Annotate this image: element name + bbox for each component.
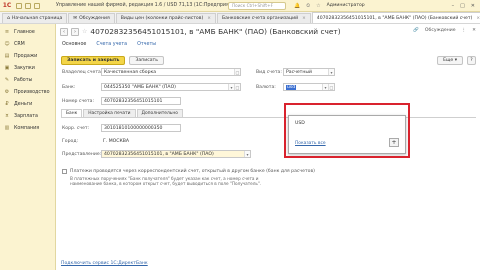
title-bar-icons (14, 2, 54, 9)
sidebar-item-purchases[interactable]: ▣ Закупки (0, 62, 55, 74)
form-subnav: Основное Счета учета Отчеты (62, 42, 156, 47)
save-and-close-button[interactable]: Записать и закрыть (61, 55, 126, 65)
corr-bank-checkbox[interactable] (62, 169, 67, 174)
account-number-field[interactable]: 40702832356451015101 (101, 97, 181, 105)
open-icon[interactable]: □ (328, 84, 334, 90)
help-button[interactable]: ? (467, 55, 476, 65)
currency-field[interactable]: usd ▾ □ (283, 83, 335, 91)
window-controls: – □ ✕ (452, 3, 480, 9)
bank-tab-panel: Корр. счет: 30101810100000000350 Город: … (61, 117, 476, 267)
sidebar-item-company[interactable]: ▥ Компания (0, 122, 55, 134)
company-icon: ▥ (4, 125, 10, 131)
back-icon[interactable] (25, 2, 31, 9)
open-icon[interactable]: □ (234, 84, 240, 90)
owner-field[interactable]: Качественная сборка □ (101, 68, 241, 76)
close-tab-icon[interactable]: × (302, 16, 306, 21)
money-icon: ₽ (5, 101, 9, 107)
form-header: ‹ › ☆ 40702832356451015101, в "АМБ БАНК"… (60, 27, 341, 36)
corr-bank-hint: В платежных поручениях "Банк получателя"… (70, 176, 262, 187)
link-icon[interactable]: 🔗 (413, 28, 419, 33)
window-tabs: ⌂ Начальная страница ✉ Обсуждения Виды ц… (0, 12, 480, 24)
salary-icon: ¤ (5, 113, 9, 119)
currency-label: Валюта: (256, 85, 276, 90)
representation-field[interactable]: 40702832356451015101, в "АМБ БАНК" (ПАО)… (101, 150, 251, 158)
menu-icon[interactable] (16, 2, 22, 9)
corr-account-label: Корр. счет: (62, 126, 90, 131)
favorite-star-icon[interactable]: ☆ (82, 28, 87, 35)
account-type-label: Вид счета: (256, 70, 282, 75)
purchases-icon: ▣ (4, 65, 10, 71)
chevron-down-icon[interactable]: ▾ (328, 69, 334, 75)
highlight-box (284, 103, 410, 158)
representation-label: Представление: (62, 152, 102, 157)
chevron-down-icon[interactable]: ▾ (244, 151, 250, 157)
subnav-reports[interactable]: Отчеты (137, 42, 156, 47)
tab-print-settings[interactable]: Настройка печати (83, 109, 136, 117)
sidebar-item-crm[interactable]: ☺ CRM (0, 38, 55, 50)
subnav-accounting-accounts[interactable]: Счета учета (96, 42, 127, 47)
tab-additional[interactable]: Дополнительно (136, 109, 183, 117)
inner-tabs: Банк Настройка печати Дополнительно (61, 109, 183, 117)
app-logo: 1С (2, 2, 12, 9)
menu-icon: ≡ (4, 29, 10, 35)
main-content: ‹ › ☆ 40702832356451015101, в "АМБ БАНК"… (57, 24, 480, 270)
sidebar: ≡ Главное ☺ CRM ▤ Продажи ▣ Закупки ✎ Работы … (0, 24, 56, 270)
sidebar-item-sales[interactable]: ▤ Продажи (0, 50, 55, 62)
form-toolbar: Записать и закрыть Записать Еще ▾ ? (61, 55, 476, 65)
account-number-label: Номер счета: (62, 99, 95, 104)
city-label: Город: (62, 139, 79, 144)
page-title: 40702832356451015101, в "АМБ БАНК" (ПАО)… (90, 27, 341, 36)
forward-button[interactable]: › (71, 27, 79, 36)
app-title: Управление нашей фирмой, редакция 1.6 / … (56, 3, 240, 8)
account-type-select[interactable]: Расчетный ▾ (283, 68, 335, 76)
close-tab-icon[interactable]: × (476, 16, 480, 21)
corr-bank-checkbox-label: Платежи проводятся через корреспондентск… (70, 169, 315, 174)
maximize-icon[interactable]: □ (460, 3, 465, 9)
sales-icon: ▤ (4, 53, 10, 59)
bank-field[interactable]: 044525350 "АМБ БАНК" (ПАО) ▾ □ (101, 83, 241, 91)
forward-icon[interactable] (34, 2, 40, 9)
save-button[interactable]: Записать (129, 55, 164, 65)
title-bar: 1С Управление нашей фирмой, редакция 1.6… (0, 0, 480, 12)
star-icon[interactable]: ☆ (316, 3, 320, 9)
sidebar-item-works[interactable]: ✎ Работы (0, 74, 55, 86)
works-icon: ✎ (4, 77, 10, 83)
more-button[interactable]: Еще ▾ (437, 55, 463, 65)
home-icon: ⌂ (7, 16, 10, 21)
corr-account-field[interactable]: 30101810100000000350 (101, 124, 181, 132)
sidebar-item-production[interactable]: ⚙ Производство (0, 86, 55, 98)
chevron-down-icon: ▾ (454, 57, 457, 63)
subnav-main[interactable]: Основное (62, 42, 86, 47)
header-actions: 🔗 Обсуждение ⋮ ✕ (413, 28, 476, 33)
title-bar-actions: 🔔 ⏲ ☆ (294, 3, 321, 9)
sidebar-item-salary[interactable]: ¤ Зарплата (0, 110, 55, 122)
close-tab-icon[interactable]: × (207, 16, 211, 21)
crm-icon: ☺ (4, 41, 10, 47)
back-button[interactable]: ‹ (60, 27, 68, 36)
bell-icon[interactable]: 🔔 (294, 3, 300, 9)
tab-bank[interactable]: Банк (61, 109, 83, 117)
direct-bank-link[interactable]: Подключить сервис 1С:ДиректБанк (61, 261, 148, 266)
owner-label: Владелец счета: (62, 70, 103, 75)
close-form-icon[interactable]: ✕ (472, 28, 476, 33)
production-icon: ⚙ (4, 89, 10, 95)
bank-label: Банк: (62, 85, 76, 90)
close-icon[interactable]: ✕ (471, 3, 475, 9)
history-icon[interactable]: ⏲ (306, 3, 310, 9)
sidebar-item-money[interactable]: ₽ Деньги (0, 98, 55, 110)
tab-price-types[interactable]: Виды цен (колонки прайс-листов) × (115, 13, 216, 23)
minimize-icon[interactable]: – (452, 3, 455, 9)
chat-icon: ✉ (73, 16, 78, 21)
tab-home[interactable]: ⌂ Начальная страница (2, 13, 68, 23)
city-value: Г. МОСКВА (101, 137, 181, 145)
more-icon[interactable]: ⋮ (462, 28, 467, 33)
global-search-input[interactable]: Поиск Ctrl+Shift+F (228, 1, 286, 10)
tab-bank-accounts[interactable]: Банковские счета организаций × (216, 13, 311, 23)
tab-bank-account[interactable]: 40702832356451015101, в "АМБ БАНК" (ПАО)… (311, 12, 480, 23)
sidebar-item-main[interactable]: ≡ Главное (0, 26, 55, 38)
open-icon[interactable]: □ (234, 69, 240, 75)
discussion-link[interactable]: Обсуждение (425, 28, 456, 33)
tab-discussions[interactable]: ✉ Обсуждения (68, 13, 115, 23)
current-user[interactable]: Администратор (327, 3, 365, 8)
